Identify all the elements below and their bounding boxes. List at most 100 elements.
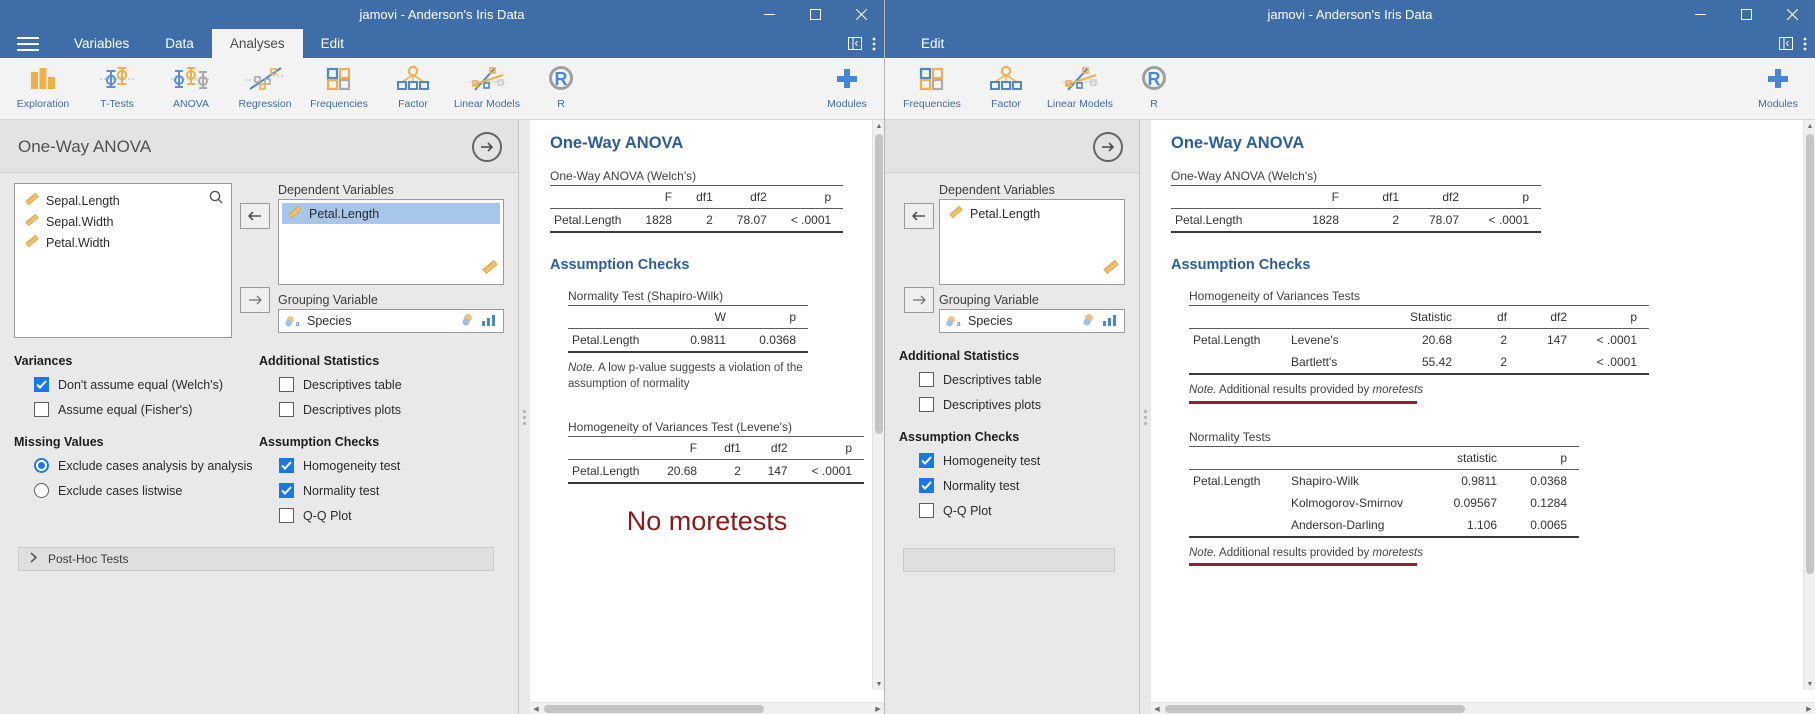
maximize-icon[interactable]	[1723, 0, 1769, 29]
search-icon[interactable]	[209, 190, 223, 209]
scroll-thumb[interactable]	[544, 705, 764, 713]
checkbox-descriptives-table[interactable]: Descriptives table	[919, 372, 1125, 387]
list-item[interactable]: Petal.Length	[943, 203, 1121, 224]
toggle-results-panel-icon[interactable]	[1779, 37, 1793, 50]
dependent-variables-label: Dependent Variables	[939, 183, 1055, 197]
tab-edit[interactable]: Edit	[903, 29, 962, 58]
checkbox-fisher[interactable]: Assume equal (Fisher's)	[34, 402, 259, 417]
arrow-left-icon[interactable]	[240, 203, 270, 229]
cell: Shapiro-Wilk	[1291, 473, 1360, 488]
checkbox-qq-plot[interactable]: Q-Q Plot	[279, 508, 504, 523]
variable-name: Sepal.Length	[46, 193, 120, 208]
tab-analyses[interactable]: Analyses	[211, 29, 303, 58]
list-item[interactable]: Petal.Length	[282, 203, 500, 224]
ribbon-r[interactable]: R R	[524, 58, 598, 120]
available-variables-list[interactable]: Sepal.Length Sepal.Width Petal.Width	[14, 183, 232, 338]
results-vertical-scrollbar-right[interactable]: ▲ ▼	[1803, 120, 1815, 690]
results-vertical-scrollbar-left[interactable]: ▲ ▼	[872, 120, 884, 690]
results-horizontal-scrollbar-right[interactable]: ◀ ▶	[1151, 702, 1815, 714]
scroll-up-icon[interactable]: ▲	[1804, 120, 1815, 132]
cell	[1189, 514, 1279, 537]
minimize-icon[interactable]	[1677, 0, 1723, 29]
post-hoc-tests-section[interactable]: Post-Hoc Tests	[18, 547, 494, 571]
checkbox-qq-plot[interactable]: Q-Q Plot	[919, 503, 1125, 518]
measure-type-icons	[1082, 313, 1118, 327]
options-body-right: Dependent Variables Petal.Length Groupin…	[885, 173, 1139, 714]
checkbox-welch[interactable]: Don't assume equal (Welch's)	[34, 377, 259, 392]
panel-splitter-right[interactable]	[1140, 120, 1151, 714]
scroll-thumb[interactable]	[875, 134, 883, 434]
checkbox-normality-test[interactable]: Normality test	[919, 478, 1125, 493]
checkbox-descriptives-plots[interactable]: Descriptives plots	[279, 402, 504, 417]
scroll-right-icon[interactable]: ▶	[1803, 703, 1815, 714]
cell: < .0001	[1596, 355, 1637, 369]
grouping-variable-box[interactable]: a Species	[939, 309, 1125, 333]
column-header	[1189, 446, 1279, 469]
ribbon-factor[interactable]: Factor	[376, 58, 450, 120]
dependent-variables-box[interactable]: Petal.Length	[278, 199, 504, 285]
checkbox-homogeneity-test[interactable]: Homogeneity test	[919, 453, 1125, 468]
close-icon[interactable]	[838, 0, 884, 29]
scroll-right-icon[interactable]: ▶	[872, 703, 884, 714]
ribbon-factor[interactable]: Factor	[969, 58, 1043, 120]
scroll-down-icon[interactable]: ▼	[1804, 678, 1815, 690]
tab-edit[interactable]: Edit	[303, 29, 362, 58]
ribbon-anova[interactable]: ANOVA	[154, 58, 228, 120]
arrow-left-icon[interactable]	[904, 203, 934, 229]
ribbon-frequencies[interactable]: Frequencies	[895, 58, 969, 120]
toggle-results-panel-icon[interactable]	[848, 37, 862, 50]
tab-variables[interactable]: Variables	[56, 29, 147, 58]
arrow-circle-right-icon[interactable]	[1093, 132, 1123, 162]
window-left: jamovi - Anderson's Iris Data Variables …	[0, 0, 885, 714]
grouping-variable-box[interactable]: a Species	[278, 309, 504, 333]
checkbox-descriptives-plots[interactable]: Descriptives plots	[919, 397, 1125, 412]
option-label: Don't assume equal (Welch's)	[58, 377, 224, 392]
table-caption: Normality Test (Shapiro-Wilk)	[568, 289, 724, 303]
ribbon-linear-models[interactable]: Linear Models	[1043, 58, 1117, 120]
results-panel-left[interactable]: One-Way ANOVA One-Way ANOVA (Welch's) F …	[530, 120, 884, 702]
checkbox-normality-test[interactable]: Normality test	[279, 483, 504, 498]
scroll-up-icon[interactable]: ▲	[873, 120, 884, 132]
arrow-right-icon[interactable]	[240, 287, 270, 313]
ribbon-r[interactable]: R R	[1117, 58, 1191, 120]
ribbon-t-tests[interactable]: T-Tests	[80, 58, 154, 120]
arrow-right-icon[interactable]	[904, 287, 934, 313]
checkbox-homogeneity-test[interactable]: Homogeneity test	[279, 458, 504, 473]
dependent-variables-box[interactable]: Petal.Length	[939, 199, 1125, 285]
scroll-left-icon[interactable]: ◀	[1151, 703, 1163, 714]
tab-data[interactable]: Data	[147, 29, 212, 58]
scroll-down-icon[interactable]: ▼	[873, 678, 884, 690]
body-left: One-Way ANOVA Sepal.Length Sepal.Width P…	[0, 120, 884, 714]
more-options-icon[interactable]	[1803, 37, 1807, 51]
grouping-variable-label: Grouping Variable	[278, 293, 378, 307]
results-horizontal-scrollbar-left[interactable]: ◀ ▶	[530, 702, 884, 714]
radio-exclude-listwise[interactable]: Exclude cases listwise	[34, 483, 259, 498]
ribbon-modules[interactable]: Modules	[810, 58, 884, 120]
ribbon-regression[interactable]: Regression	[228, 58, 302, 120]
list-item[interactable]: Petal.Width	[19, 232, 227, 253]
titlebar-right: jamovi - Anderson's Iris Data	[885, 0, 1815, 29]
group-header: Variances	[14, 354, 73, 368]
radio-exclude-analysis-by-analysis[interactable]: Exclude cases analysis by analysis	[34, 458, 259, 473]
list-item[interactable]: Sepal.Length	[19, 190, 227, 211]
ribbon-modules[interactable]: Modules	[1741, 58, 1815, 120]
checkbox-descriptives-table[interactable]: Descriptives table	[279, 377, 504, 392]
scroll-left-icon[interactable]: ◀	[530, 703, 542, 714]
arrow-circle-right-icon[interactable]	[472, 132, 502, 162]
post-hoc-tests-section[interactable]	[903, 548, 1115, 572]
continuous-variable-icon	[1103, 259, 1119, 280]
ribbon-exploration[interactable]: Exploration	[6, 58, 80, 120]
hamburger-icon[interactable]	[0, 29, 56, 58]
more-options-icon[interactable]	[872, 37, 876, 51]
list-item[interactable]: Sepal.Width	[19, 211, 227, 232]
scroll-thumb[interactable]	[1806, 134, 1814, 574]
panel-splitter-left[interactable]	[519, 120, 530, 714]
ribbon-frequencies[interactable]: Frequencies	[302, 58, 376, 120]
results-panel-right[interactable]: One-Way ANOVA One-Way ANOVA (Welch's) F …	[1151, 120, 1815, 702]
ribbon-linear-models[interactable]: Linear Models	[450, 58, 524, 120]
scroll-thumb[interactable]	[1165, 705, 1465, 713]
close-icon[interactable]	[1769, 0, 1815, 29]
maximize-icon[interactable]	[792, 0, 838, 29]
minimize-icon[interactable]	[746, 0, 792, 29]
linear-models-icon	[465, 63, 509, 95]
